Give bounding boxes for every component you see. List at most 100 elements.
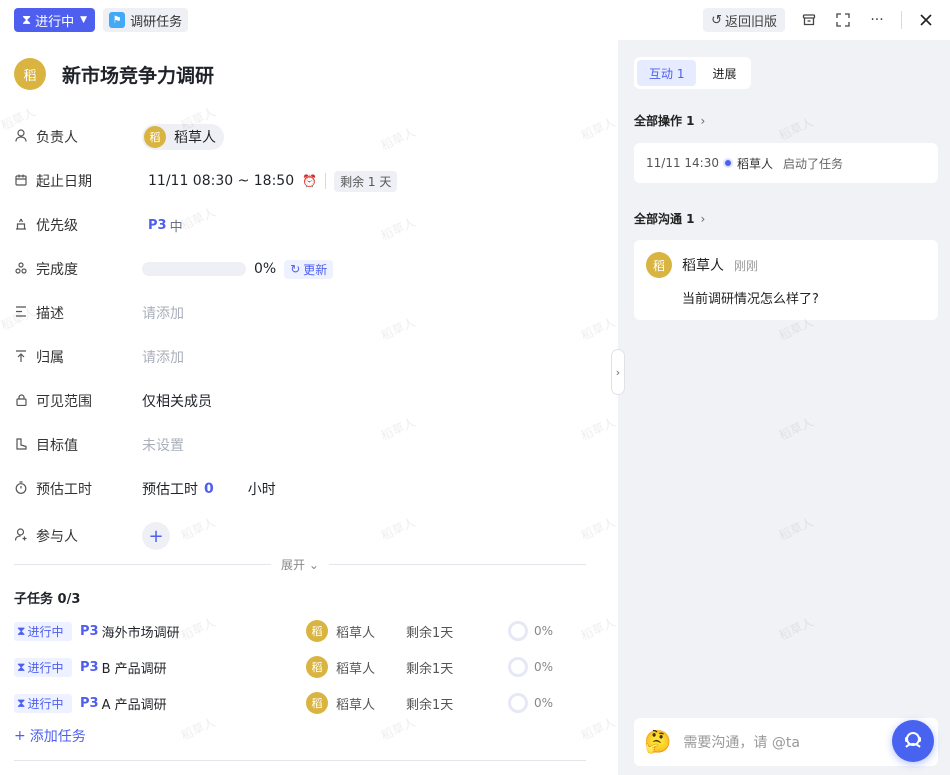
subtask-progress: 0% xyxy=(508,693,553,713)
status-label: 进行中 xyxy=(35,14,75,30)
estimate-unit: 小时 xyxy=(247,482,276,498)
watermark: 稻草人 xyxy=(776,514,816,543)
divider xyxy=(325,173,327,189)
operations-title: 全部操作 1 xyxy=(634,114,695,128)
task-avatar: 稻 xyxy=(14,58,46,90)
subtask-name[interactable]: P3 海外市场调研 xyxy=(80,622,306,641)
owner-field: 负责人 稻 稻草人 xyxy=(14,124,604,150)
avatar: 稻 xyxy=(144,126,166,148)
watermark: 稻草人 xyxy=(776,414,816,443)
subtask-name[interactable]: P3 B 产品调研 xyxy=(80,658,306,677)
tab-interaction[interactable]: 互动 1 xyxy=(637,60,697,86)
date-field: 起止日期 11/11 08:30 ~ 18:50 ⏰ 剩余 1 天 xyxy=(14,170,604,192)
archive-icon[interactable] xyxy=(799,10,819,30)
estimate-field: 预估工时 预估工时 0 小时 xyxy=(14,478,604,500)
priority-field: 优先级 P3 中 xyxy=(14,214,604,236)
plus-icon: + xyxy=(14,728,26,744)
divider xyxy=(328,563,586,565)
priority-text: 中 xyxy=(169,219,183,235)
timeline-dot xyxy=(724,160,731,166)
progress-ring xyxy=(508,657,528,677)
update-label: 更新 xyxy=(303,262,328,277)
completion-label: 完成度 xyxy=(36,262,78,278)
more-icon[interactable]: ··· xyxy=(867,10,887,30)
subtasks-header: 子任务 0/3 xyxy=(14,592,81,607)
priority-value[interactable]: P3 中 xyxy=(148,216,183,235)
description-icon xyxy=(14,306,28,320)
add-subtask-label: 添加任务 xyxy=(29,729,86,745)
date-range[interactable]: 11/11 08:30 ~ 18:50 xyxy=(148,173,294,189)
description-input[interactable]: 请添加 xyxy=(142,303,184,323)
hourglass-icon: ⧗ xyxy=(22,12,32,28)
comment-author[interactable]: 稻草人 xyxy=(682,255,724,275)
emoji-icon[interactable]: 🤔 xyxy=(644,730,671,755)
description-label: 描述 xyxy=(36,306,64,322)
description-field: 描述 请添加 xyxy=(14,302,604,324)
comment-time: 刚刚 xyxy=(734,258,759,273)
subtask-name[interactable]: P3 A 产品调研 xyxy=(80,694,306,713)
back-label: 返回旧版 xyxy=(724,14,777,30)
task-title-row: 稻 新市场竞争力调研 xyxy=(14,58,214,90)
operation-action: 启动了任务 xyxy=(783,156,844,171)
chevron-right-icon: › xyxy=(700,113,706,128)
add-participant-button[interactable]: + xyxy=(142,522,170,550)
operation-user[interactable]: 稻草人 xyxy=(737,155,773,172)
completion-percent: 0% xyxy=(254,261,277,277)
subtask-remaining: 剩余1天 xyxy=(406,697,454,713)
subtask-row[interactable]: ⧗ 进行中 P3 海外市场调研 稻稻草人 剩余1天 0% xyxy=(14,619,604,643)
subtask-row[interactable]: ⧗ 进行中 P3 B 产品调研 稻稻草人 剩余1天 0% xyxy=(14,655,604,679)
comment-text: 当前调研情况怎么样了? xyxy=(682,292,819,307)
operations-header[interactable]: 全部操作 1 › xyxy=(634,112,705,129)
subtask-remaining: 剩余1天 xyxy=(406,625,454,641)
estimate-input[interactable]: 预估工时 0 小时 xyxy=(142,479,276,499)
task-title[interactable]: 新市场竞争力调研 xyxy=(62,61,214,88)
activity-tabs: 互动 1 进展 xyxy=(634,57,752,89)
comment-card: 稻 稻草人 刚刚 当前调研情况怎么样了? xyxy=(634,240,938,320)
add-subtask-button[interactable]: + 添加任务 xyxy=(14,726,86,746)
subtask-status[interactable]: ⧗ 进行中 xyxy=(14,657,72,677)
owner-chip[interactable]: 稻 稻草人 xyxy=(142,124,224,150)
subtask-owner[interactable]: 稻稻草人 xyxy=(306,692,406,714)
back-to-old-version-button[interactable]: ↺ 返回旧版 xyxy=(703,8,785,32)
estimate-number: 0 xyxy=(204,481,214,497)
divider xyxy=(14,563,272,565)
task-type-tag[interactable]: ⚑ 调研任务 xyxy=(103,8,189,32)
chevron-right-icon: › xyxy=(700,211,706,226)
expand-toggle[interactable]: 展开 ⌄ xyxy=(14,557,586,572)
subtask-owner[interactable]: 稻稻草人 xyxy=(306,656,406,678)
watermark: 稻草人 xyxy=(776,114,816,143)
user-icon xyxy=(14,129,28,145)
communication-header[interactable]: 全部沟通 1 › xyxy=(634,210,705,227)
subtask-row[interactable]: ⧗ 进行中 P3 A 产品调研 稻稻草人 剩余1天 0% xyxy=(14,691,604,715)
add-user-icon xyxy=(14,528,28,544)
subtask-owner[interactable]: 稻稻草人 xyxy=(306,620,406,642)
target-input[interactable]: 未设置 xyxy=(142,435,184,455)
tab-progress[interactable]: 进展 xyxy=(700,60,748,86)
fullscreen-icon[interactable] xyxy=(833,10,853,30)
progress-bar[interactable] xyxy=(142,262,246,276)
visibility-value[interactable]: 仅相关成员 xyxy=(142,391,212,411)
completion-icon xyxy=(14,261,28,277)
assistant-button[interactable] xyxy=(892,720,934,762)
close-icon[interactable] xyxy=(916,10,936,30)
collapse-panel-handle[interactable]: › xyxy=(611,349,625,395)
belongs-label: 归属 xyxy=(36,350,64,366)
subtask-status[interactable]: ⧗ 进行中 xyxy=(14,693,72,713)
stopwatch-icon xyxy=(14,481,28,497)
priority-label: 优先级 xyxy=(36,218,78,234)
flag-icon: ⚑ xyxy=(109,12,126,28)
remaining-badge: 剩余 1 天 xyxy=(334,170,398,192)
operation-time: 11/11 14:30 xyxy=(646,156,719,170)
comment-placeholder: 需要沟通，请 @ta xyxy=(683,735,800,751)
subtask-status[interactable]: ⧗ 进行中 xyxy=(14,621,72,641)
avatar[interactable]: 稻 xyxy=(646,252,672,278)
update-button[interactable]: ↻ 更新 xyxy=(284,259,334,279)
hourglass-icon: ⧗ xyxy=(17,623,26,638)
status-dropdown[interactable]: ⧗ 进行中 ▼ xyxy=(14,8,96,32)
refresh-icon: ↻ xyxy=(290,262,301,276)
subtask-progress: 0% xyxy=(508,657,553,677)
progress-ring xyxy=(508,693,528,713)
target-field: 目标值 未设置 xyxy=(14,434,604,456)
alarm-icon[interactable]: ⏰ xyxy=(302,174,317,188)
belongs-input[interactable]: 请添加 xyxy=(142,347,184,367)
